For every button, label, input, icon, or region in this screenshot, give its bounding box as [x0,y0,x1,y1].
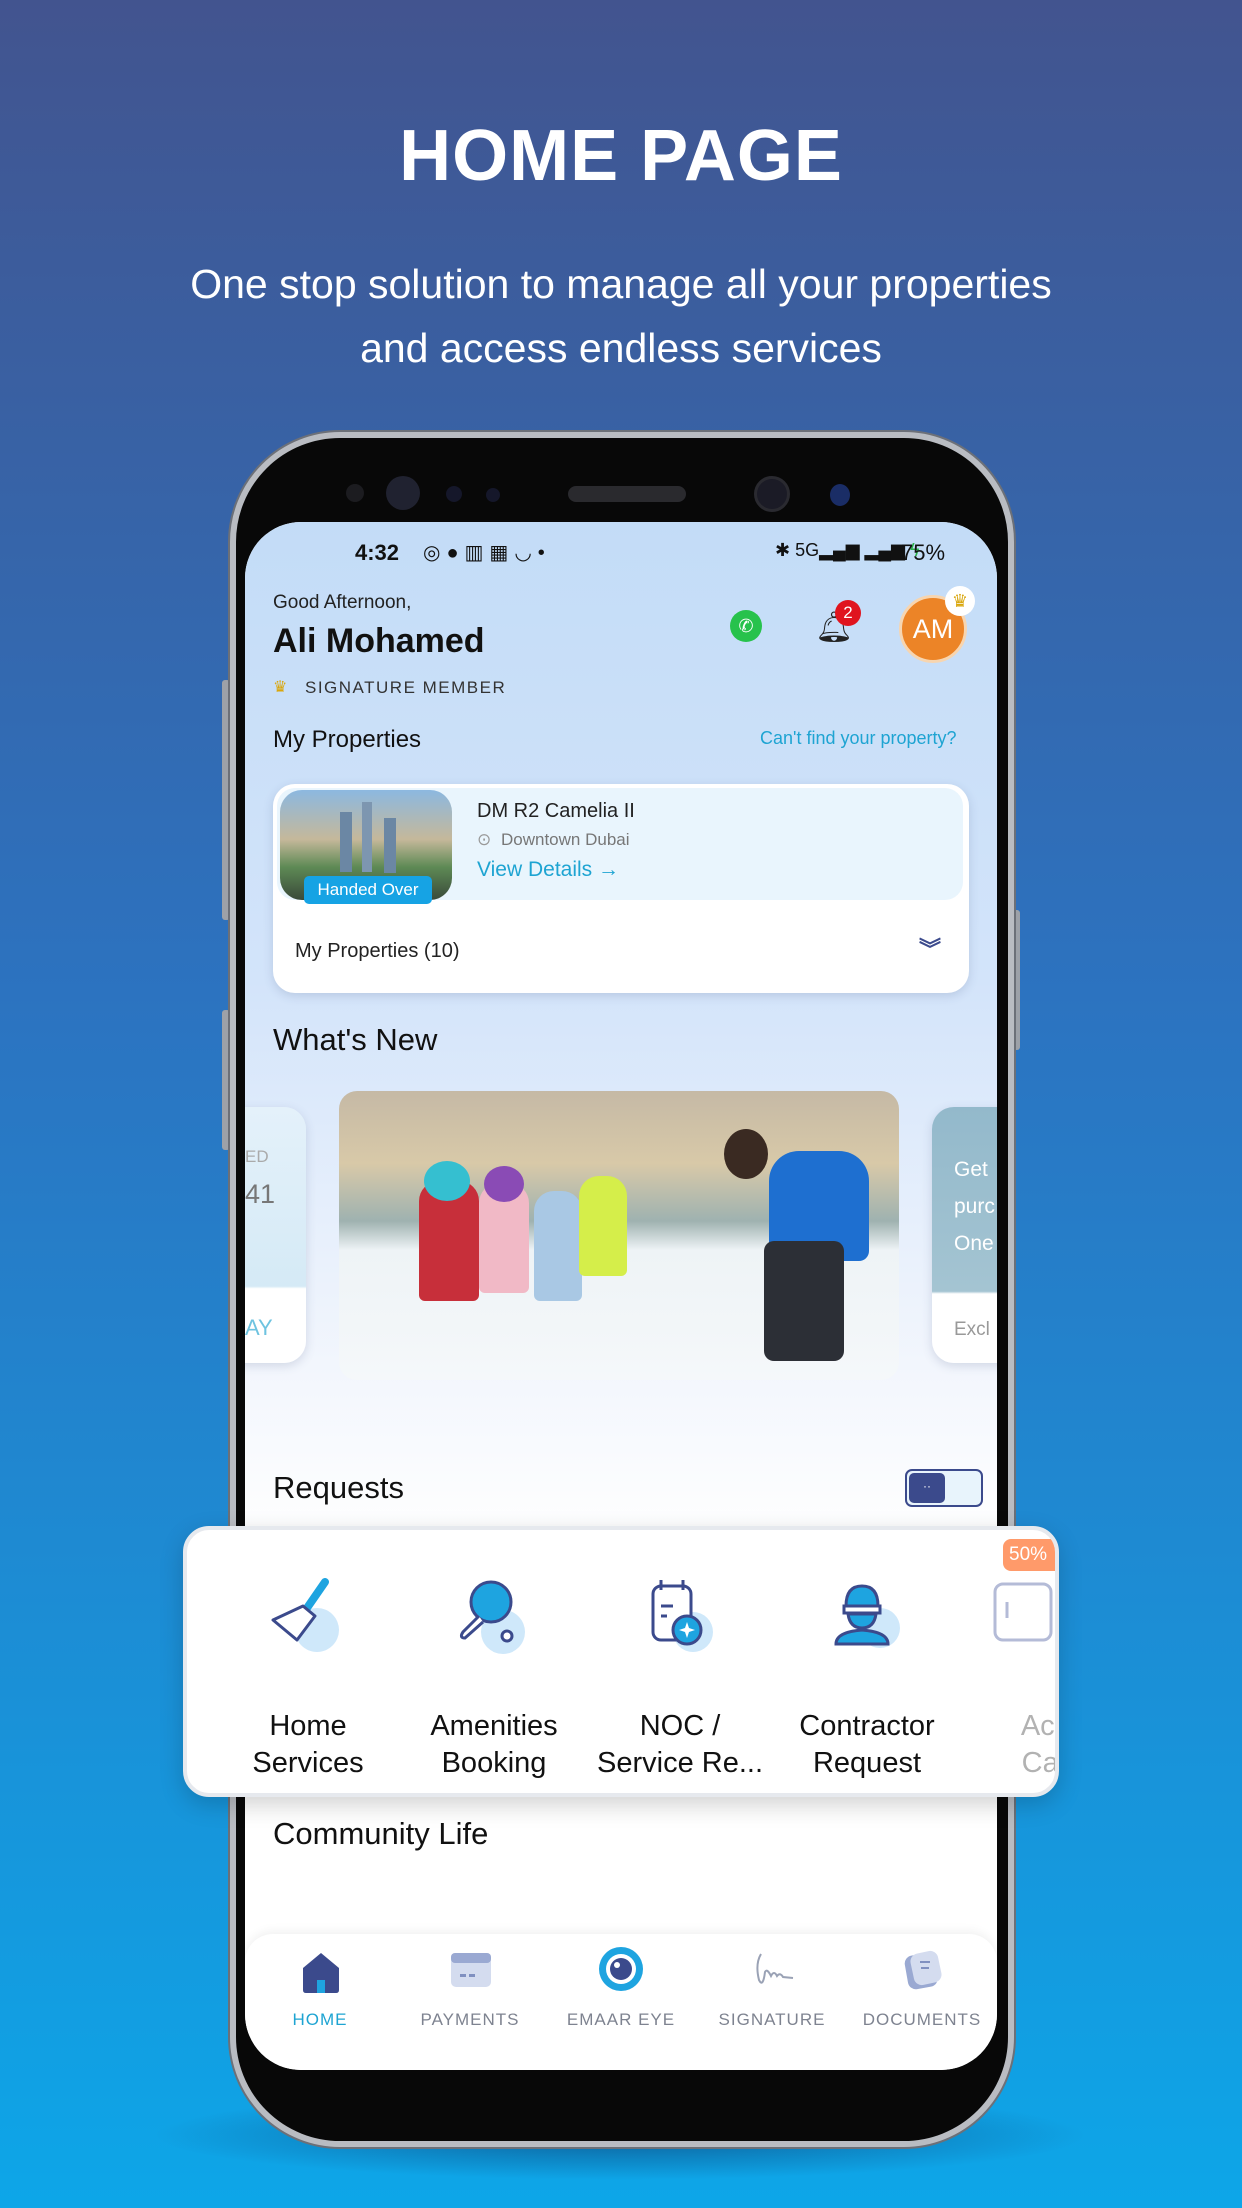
section-title-requests: Requests [273,1470,404,1505]
documents-icon [904,1950,942,1990]
request-label: Contractor Request [799,1710,935,1779]
sensor [486,488,500,502]
card-icon [451,1953,491,1987]
view-details-link[interactable]: View Details → [477,858,619,882]
discount-badge: 50% [1003,1539,1055,1571]
card-text: 41 [245,1179,276,1209]
eye-icon [599,1947,643,1991]
battery-level: 75% [901,540,946,565]
card-cta: AY [245,1315,273,1340]
network-type: 5G [795,540,820,560]
property-card: Handed Over DM R2 Camelia II ⊙ Downtown … [273,784,969,993]
request-label: Home Services [252,1710,364,1779]
subtitle-line: and access endless services [360,325,882,371]
worker-helmet-icon [834,1584,900,1648]
section-title-whats-new: What's New [273,1022,438,1057]
speaker-grille [568,486,686,502]
nav-label: PAYMENTS [420,2010,520,2029]
my-properties-dropdown[interactable]: My Properties (10) [295,940,460,963]
promo-title: HOME PAGE [399,116,843,196]
ping-pong-icon [459,1580,525,1654]
view-toggle[interactable]: ·· [905,1469,983,1507]
app-screen: 4:32 ◎●▥▦◡• ✱ 5G▂▄▆ ▂▄▆ ϟ 75% Good After… [245,522,997,2070]
property-location: Downtown Dubai [501,830,630,849]
whats-new-banner-image[interactable] [339,1091,899,1380]
user-name: Ali Mohamed [273,622,485,660]
promo-subtitle: One stop solution to manage all your pro… [100,252,1142,380]
sensor [346,484,364,502]
bixby-button [222,1010,230,1150]
greeting: Good Afternoon, [273,592,412,613]
notification-badge: 2 [835,600,861,626]
signal-icons: ✱ 5G▂▄▆ ▂▄▆ ϟ [775,540,920,560]
broom-icon [271,1578,339,1652]
grid-view-icon: ·· [909,1473,945,1503]
nav-label: HOME [292,2010,348,2029]
location-pin-icon: ⊙ [477,830,492,849]
whatsapp-icon[interactable]: ✆ [730,610,762,642]
nav-label: SIGNATURE [718,2010,826,2029]
cant-find-property-link[interactable]: Can't find your property? [760,728,957,749]
status-time: 4:32 [355,540,400,565]
iris-sensor [830,484,850,506]
card-text: ED [245,1147,269,1166]
carousel-card-next[interactable]: Get purc One Excl [932,1107,997,1363]
crown-icon: ♛ [273,679,288,696]
home-icon [303,1953,339,1993]
section-title-properties: My Properties [273,726,422,753]
nav-label: DOCUMENTS [862,2010,982,2029]
request-label: NOC / Service Re... [597,1710,763,1779]
sensor [446,486,462,502]
bottom-nav: HOME PAYMENTS EMAAR EYE SIGNATURE DOCUME… [245,1934,997,2070]
request-label: AccCar [1020,1710,1059,1779]
front-camera [754,476,790,512]
notification-icons: ◎●▥▦◡• [423,542,551,564]
card-text: Get purc One [954,1158,995,1255]
sensor [386,476,420,510]
requests-card: Home Services Amenities Booking NOC / Servi… [183,1526,1059,1797]
property-name: DM R2 Camelia II [477,800,635,822]
calendar-document-icon [651,1580,713,1652]
chevron-double-down-icon[interactable]: ︾ [919,932,941,964]
nav-label: EMAAR EYE [566,2010,676,2029]
signature-icon [756,1953,794,1984]
access-card-icon [993,1582,1053,1642]
carousel-card-prev[interactable]: ED 41 AY [245,1107,306,1363]
subtitle-line: One stop solution to manage all your pro… [190,261,1052,307]
section-title-community: Community Life [273,1816,489,1851]
membership-label: SIGNATURE MEMBER [305,678,507,697]
crown-icon: ♛ [945,586,975,616]
volume-button [222,680,230,920]
status-badge: Handed Over [304,876,432,904]
card-footer: Excl [954,1319,990,1340]
request-label: Amenities Booking [430,1710,558,1779]
